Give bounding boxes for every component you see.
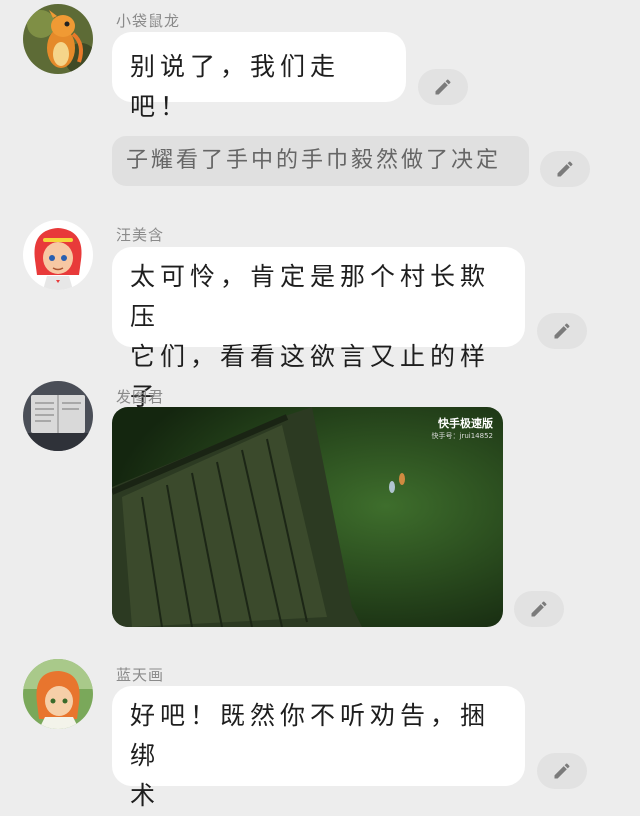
avatar-wangmeihan[interactable] (23, 220, 93, 290)
watermark-brand: 快手极速版 (438, 417, 493, 430)
avatar-fatujun[interactable] (23, 381, 93, 451)
watermark-id: 快手号：jrui14852 (431, 432, 493, 440)
message-bubble: 好吧！既然你不听劝告，捆绑 术 (112, 686, 525, 810)
narration-text: 子耀看了手中的手巾毅然做了决定 (126, 148, 502, 173)
notebook-avatar (23, 381, 93, 451)
edit-button[interactable] (540, 151, 590, 187)
message-line: 它们，看看这欲言又止的样子 (130, 342, 491, 411)
sender-name: 发图君 (116, 388, 165, 406)
sender-name: 蓝天画 (116, 666, 165, 684)
pencil-icon (554, 323, 570, 339)
message-line: 术 (130, 781, 161, 810)
sender-name: 汪美含 (116, 226, 165, 244)
pencil-icon (531, 601, 547, 617)
message-line: 好吧！既然你不听劝告，捆绑 (130, 701, 491, 770)
red-hair-girl-avatar (23, 220, 93, 290)
orange-dragon-avatar (23, 4, 93, 74)
message-text: 别说了，我们走吧！ (130, 52, 341, 121)
pencil-icon (557, 161, 573, 177)
video-watermark: 快手极速版 快手号：jrui14852 (432, 415, 493, 441)
narration-bubble: 子耀看了手中的手巾毅然做了决定 (112, 136, 529, 186)
edit-button[interactable] (537, 753, 587, 789)
video-message[interactable]: 快手极速版 快手号：jrui14852 (112, 407, 503, 627)
pencil-icon (554, 763, 570, 779)
avatar-lantianhua[interactable] (23, 659, 93, 729)
pencil-icon (435, 79, 451, 95)
edit-button[interactable] (514, 591, 564, 627)
message-line: 太可怜，肯定是那个村长欺压 (130, 262, 491, 331)
orange-hair-girl-avatar (23, 659, 93, 729)
message-bubble: 别说了，我们走吧！ (112, 32, 406, 121)
edit-button[interactable] (418, 69, 468, 105)
sender-name: 小袋鼠龙 (116, 12, 181, 30)
edit-button[interactable] (537, 313, 587, 349)
message-bubble: 太可怜，肯定是那个村长欺压 它们，看看这欲言又止的样子 (112, 247, 525, 411)
avatar-xiaodaishulong[interactable] (23, 4, 93, 74)
